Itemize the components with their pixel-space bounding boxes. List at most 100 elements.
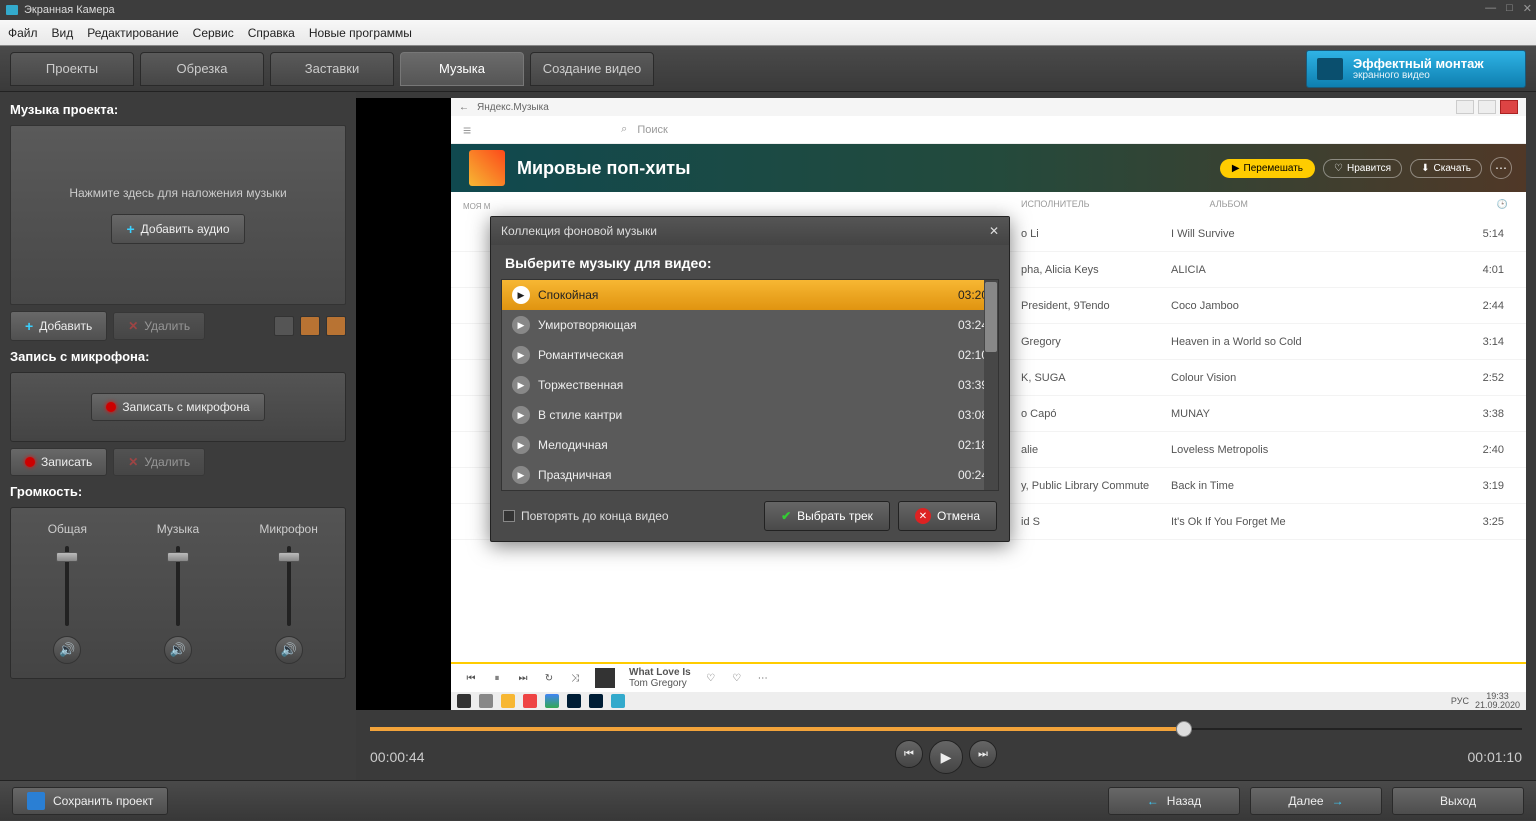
repeat-checkbox[interactable]	[503, 510, 515, 522]
plus-icon: +	[126, 221, 134, 237]
back-button[interactable]: ←Назад	[1108, 787, 1240, 815]
tb-icon-2[interactable]	[501, 694, 515, 708]
vol-slider-music[interactable]	[176, 546, 180, 626]
pause-icon[interactable]: ⏸	[491, 673, 503, 684]
seek-bar[interactable]	[370, 728, 1522, 730]
save-project-button[interactable]: Сохранить проект	[12, 787, 168, 815]
prev-icon[interactable]: ⏮	[465, 673, 477, 684]
exit-button[interactable]: Выход	[1392, 787, 1524, 815]
tab-trim[interactable]: Обрезка	[140, 52, 264, 86]
tab-music[interactable]: Музыка	[400, 52, 524, 86]
tracklist-item[interactable]: ▶В стиле кантри03:08	[502, 400, 998, 430]
play-icon[interactable]: ▶	[512, 466, 530, 484]
download-button[interactable]: ⬇ Скачать	[1410, 159, 1482, 178]
col-artist: ИСПОЛНИТЕЛЬ	[1021, 199, 1090, 209]
ps-icon[interactable]	[567, 694, 581, 708]
tracklist-item[interactable]: ▶Романтическая02:10	[502, 340, 998, 370]
mute-mic[interactable]: 🔊	[275, 636, 303, 664]
modal-title: Коллекция фоновой музыки	[501, 224, 657, 238]
tracklist-item[interactable]: ▶Мелодичная02:18	[502, 430, 998, 460]
minimize-icon[interactable]: —	[1485, 2, 1496, 15]
shuffle-icon[interactable]: ⤨	[569, 673, 581, 684]
tracklist-item[interactable]: ▶Праздничная00:24	[502, 460, 998, 490]
yandex-title: Яндекс.Музыка	[477, 102, 549, 113]
music-library-modal: Коллекция фоновой музыки ✕ Выберите музы…	[490, 216, 1010, 542]
play-button[interactable]: ▶	[929, 740, 963, 774]
close-icon[interactable]: ✕	[1523, 2, 1532, 15]
next-button[interactable]: Далее→	[1250, 787, 1382, 815]
repeat-icon[interactable]: ↻	[543, 673, 555, 684]
play-icon[interactable]: ▶	[512, 406, 530, 424]
heart-icon[interactable]: ♡	[705, 673, 717, 684]
tb-icon-3[interactable]	[523, 694, 537, 708]
record-button[interactable]: Записать	[10, 448, 107, 476]
more-icon[interactable]: ⋯	[1490, 157, 1512, 179]
next-icon[interactable]: ⏭	[517, 673, 529, 684]
menu-view[interactable]: Вид	[52, 26, 74, 40]
app-tb-icon[interactable]	[611, 694, 625, 708]
menu-edit[interactable]: Редактирование	[87, 26, 178, 40]
mute-master[interactable]: 🔊	[53, 636, 81, 664]
vol-slider-master[interactable]	[65, 546, 69, 626]
search-icon[interactable]: ⌕	[621, 123, 627, 136]
record-mic-button[interactable]: Записать с микрофона	[91, 393, 264, 421]
seek-head[interactable]	[1176, 721, 1192, 737]
ps-icon-2[interactable]	[589, 694, 603, 708]
play-icon[interactable]: ▶	[512, 436, 530, 454]
search-placeholder[interactable]: Поиск	[637, 124, 667, 136]
play-icon[interactable]: ▶	[512, 286, 530, 304]
max-icon[interactable]	[1478, 100, 1496, 114]
delete-button[interactable]: ✕Удалить	[113, 312, 205, 340]
delete-rec-button[interactable]: ✕Удалить	[113, 448, 205, 476]
close-win-icon[interactable]	[1500, 100, 1518, 114]
start-icon[interactable]	[457, 694, 471, 708]
time-current: 00:00:44	[370, 749, 425, 765]
tab-intros[interactable]: Заставки	[270, 52, 394, 86]
tab-projects[interactable]: Проекты	[10, 52, 134, 86]
tracklist-item[interactable]: ▶Умиротворяющая03:24	[502, 310, 998, 340]
main-area: ← Яндекс.Музыка ≡ ⌕ Поиск ◉Главное ◎Ради…	[356, 92, 1536, 780]
move-up-icon[interactable]	[300, 316, 320, 336]
play-icon[interactable]: ▶	[512, 316, 530, 334]
back-icon[interactable]: ←	[459, 102, 469, 113]
music-drop-area[interactable]: Нажмите здесь для наложения музыки +Доба…	[10, 125, 346, 305]
tb-icon-1[interactable]	[479, 694, 493, 708]
broken-heart-icon[interactable]: ♡	[731, 673, 743, 684]
play-icon[interactable]: ▶	[512, 376, 530, 394]
add-audio-button[interactable]: +Добавить аудио	[111, 214, 244, 244]
like-button[interactable]: ♡ Нравится	[1323, 159, 1402, 178]
menu-help[interactable]: Справка	[248, 26, 295, 40]
vol-slider-mic[interactable]	[287, 546, 291, 626]
min-icon[interactable]	[1456, 100, 1474, 114]
maximize-icon[interactable]: □	[1506, 2, 1513, 15]
move-down-icon[interactable]	[326, 316, 346, 336]
burger-icon[interactable]: ≡	[463, 122, 471, 138]
dots-icon[interactable]: ⋯	[757, 673, 769, 684]
next-frame-button[interactable]: ⏭	[969, 740, 997, 768]
menu-new[interactable]: Новые программы	[309, 26, 412, 40]
mute-music[interactable]: 🔊	[164, 636, 192, 664]
select-track-button[interactable]: ✔Выбрать трек	[764, 501, 890, 531]
prev-frame-button[interactable]: ⏮	[895, 740, 923, 768]
tracklist-scrollbar[interactable]	[984, 280, 998, 490]
col-clock-icon: 🕒	[1497, 199, 1508, 210]
chrome-icon[interactable]	[545, 694, 559, 708]
taskbar: РУС 19:33 21.09.2020	[451, 692, 1526, 710]
menu-service[interactable]: Сервис	[193, 26, 234, 40]
tool-icon-1[interactable]	[274, 316, 294, 336]
play-icon[interactable]: ▶	[512, 346, 530, 364]
promo-sub: экранного видео	[1353, 70, 1484, 81]
tray-lang[interactable]: РУС	[1451, 696, 1469, 706]
tab-create[interactable]: Создание видео	[530, 52, 654, 86]
shuffle-button[interactable]: ▶ Перемешать	[1220, 159, 1315, 178]
promo-banner[interactable]: Эффектный монтаж экранного видео	[1306, 50, 1526, 88]
add-button[interactable]: +Добавить	[10, 311, 107, 341]
menu-file[interactable]: Файл	[8, 26, 38, 40]
tracklist-item[interactable]: ▶Торжественная03:39	[502, 370, 998, 400]
cancel-button[interactable]: ✕Отмена	[898, 501, 997, 531]
modal-close-icon[interactable]: ✕	[989, 224, 999, 238]
video-preview: ← Яндекс.Музыка ≡ ⌕ Поиск ◉Главное ◎Ради…	[356, 98, 1526, 710]
footer: Сохранить проект ←Назад Далее→ Выход	[0, 780, 1536, 820]
tracklist-item[interactable]: ▶Спокойная03:20	[502, 280, 998, 310]
yandex-hero: Мировые поп-хиты ▶ Перемешать ♡ Нравится…	[451, 144, 1526, 192]
